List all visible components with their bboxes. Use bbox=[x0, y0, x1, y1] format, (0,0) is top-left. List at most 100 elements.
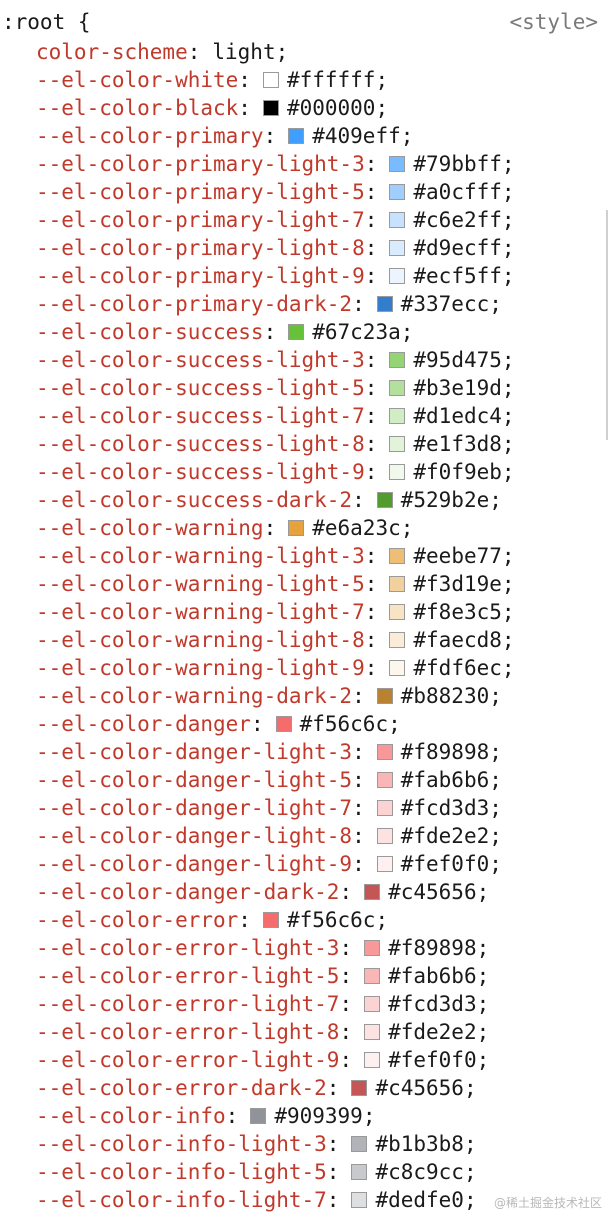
property-name[interactable]: --el-color-warning-light-9 bbox=[36, 654, 365, 682]
property-value[interactable]: #529b2e bbox=[401, 486, 490, 514]
property-value[interactable]: #f89898 bbox=[388, 934, 477, 962]
css-declaration[interactable]: --el-color-danger-light-7: #fcd3d3; bbox=[36, 794, 515, 822]
css-declaration[interactable]: --el-color-error-dark-2: #c45656; bbox=[36, 1074, 515, 1102]
css-declaration[interactable]: --el-color-error-light-3: #f89898; bbox=[36, 934, 515, 962]
color-swatch[interactable] bbox=[376, 828, 393, 844]
css-declaration[interactable]: --el-color-success-light-9: #f0f9eb; bbox=[36, 458, 515, 486]
property-name[interactable]: --el-color-error-dark-2 bbox=[36, 1074, 327, 1102]
color-swatch[interactable] bbox=[262, 100, 279, 116]
css-declaration[interactable]: --el-color-error-light-9: #fef0f0; bbox=[36, 1046, 515, 1074]
css-declaration[interactable]: color-scheme: light; bbox=[36, 38, 515, 66]
css-declaration[interactable]: --el-color-white: #ffffff; bbox=[36, 66, 515, 94]
property-name[interactable]: --el-color-success-dark-2 bbox=[36, 486, 352, 514]
color-swatch[interactable] bbox=[376, 688, 393, 704]
color-swatch[interactable] bbox=[288, 324, 305, 340]
property-name[interactable]: --el-color-error-light-8 bbox=[36, 1018, 339, 1046]
color-swatch[interactable] bbox=[364, 1024, 381, 1040]
color-swatch[interactable] bbox=[389, 184, 406, 200]
property-value[interactable]: #b1b3b8 bbox=[375, 1130, 464, 1158]
property-value[interactable]: #95d475 bbox=[413, 346, 502, 374]
color-swatch[interactable] bbox=[364, 884, 381, 900]
color-swatch[interactable] bbox=[389, 548, 406, 564]
property-value[interactable]: #f3d19e bbox=[413, 570, 502, 598]
property-value[interactable]: #f8e3c5 bbox=[413, 598, 502, 626]
color-swatch[interactable] bbox=[389, 464, 406, 480]
color-swatch[interactable] bbox=[288, 520, 305, 536]
color-swatch[interactable] bbox=[389, 436, 406, 452]
css-declaration[interactable]: --el-color-primary-light-9: #ecf5ff; bbox=[36, 262, 515, 290]
property-value[interactable]: #409eff bbox=[312, 122, 401, 150]
property-name[interactable]: --el-color-success-light-9 bbox=[36, 458, 365, 486]
css-declaration[interactable]: --el-color-primary: #409eff; bbox=[36, 122, 515, 150]
css-declaration[interactable]: --el-color-success: #67c23a; bbox=[36, 318, 515, 346]
color-swatch[interactable] bbox=[389, 576, 406, 592]
property-value[interactable]: #e6a23c bbox=[312, 514, 401, 542]
css-declaration[interactable]: --el-color-warning-light-9: #fdf6ec; bbox=[36, 654, 515, 682]
color-swatch[interactable] bbox=[288, 128, 305, 144]
property-name[interactable]: --el-color-warning-light-5 bbox=[36, 570, 365, 598]
property-value[interactable]: #c8c9cc bbox=[375, 1158, 464, 1186]
property-name[interactable]: --el-color-primary-dark-2 bbox=[36, 290, 352, 318]
css-declaration[interactable]: --el-color-error: #f56c6c; bbox=[36, 906, 515, 934]
color-swatch[interactable] bbox=[351, 1192, 368, 1208]
property-name[interactable]: --el-color-danger-light-9 bbox=[36, 850, 352, 878]
property-value[interactable]: #f56c6c bbox=[287, 906, 376, 934]
property-value[interactable]: #79bbff bbox=[413, 150, 502, 178]
color-swatch[interactable] bbox=[376, 856, 393, 872]
property-name[interactable]: --el-color-primary-light-3 bbox=[36, 150, 365, 178]
css-declaration[interactable]: --el-color-success-light-5: #b3e19d; bbox=[36, 374, 515, 402]
css-declaration[interactable]: --el-color-warning: #e6a23c; bbox=[36, 514, 515, 542]
color-swatch[interactable] bbox=[364, 940, 381, 956]
property-name[interactable]: --el-color-black bbox=[36, 94, 238, 122]
property-name[interactable]: --el-color-danger bbox=[36, 710, 251, 738]
color-swatch[interactable] bbox=[389, 660, 406, 676]
color-swatch[interactable] bbox=[376, 800, 393, 816]
color-swatch[interactable] bbox=[351, 1164, 368, 1180]
css-declaration[interactable]: --el-color-info: #909399; bbox=[36, 1102, 515, 1130]
property-value[interactable]: #f89898 bbox=[401, 738, 490, 766]
property-name[interactable]: --el-color-success-light-7 bbox=[36, 402, 365, 430]
css-declaration[interactable]: --el-color-danger-light-8: #fde2e2; bbox=[36, 822, 515, 850]
property-name[interactable]: --el-color-error-light-3 bbox=[36, 934, 339, 962]
css-declaration[interactable]: --el-color-success-light-3: #95d475; bbox=[36, 346, 515, 374]
color-swatch[interactable] bbox=[376, 772, 393, 788]
color-swatch[interactable] bbox=[389, 604, 406, 620]
property-value[interactable]: #a0cfff bbox=[413, 178, 502, 206]
property-name[interactable]: --el-color-success-light-3 bbox=[36, 346, 365, 374]
property-value[interactable]: #fdf6ec bbox=[413, 654, 502, 682]
css-declaration[interactable]: --el-color-primary-dark-2: #337ecc; bbox=[36, 290, 515, 318]
property-value[interactable]: #c45656 bbox=[375, 1074, 464, 1102]
css-declaration[interactable]: --el-color-error-light-8: #fde2e2; bbox=[36, 1018, 515, 1046]
css-declaration[interactable]: --el-color-success-light-7: #d1edc4; bbox=[36, 402, 515, 430]
color-swatch[interactable] bbox=[389, 352, 406, 368]
css-declaration[interactable]: --el-color-danger-light-9: #fef0f0; bbox=[36, 850, 515, 878]
color-swatch[interactable] bbox=[364, 968, 381, 984]
property-value[interactable]: #fef0f0 bbox=[401, 850, 490, 878]
color-swatch[interactable] bbox=[376, 296, 393, 312]
color-swatch[interactable] bbox=[351, 1080, 368, 1096]
property-name[interactable]: --el-color-primary bbox=[36, 122, 264, 150]
color-swatch[interactable] bbox=[389, 632, 406, 648]
property-value[interactable]: #000000 bbox=[287, 94, 376, 122]
css-declaration[interactable]: --el-color-warning-light-8: #faecd8; bbox=[36, 626, 515, 654]
css-declaration[interactable]: --el-color-error-light-7: #fcd3d3; bbox=[36, 990, 515, 1018]
css-declaration[interactable]: --el-color-warning-light-5: #f3d19e; bbox=[36, 570, 515, 598]
property-name[interactable]: --el-color-danger-light-7 bbox=[36, 794, 352, 822]
css-declaration[interactable]: --el-color-primary-light-3: #79bbff; bbox=[36, 150, 515, 178]
property-value[interactable]: #b88230 bbox=[401, 682, 490, 710]
css-declaration[interactable]: --el-color-error-light-5: #fab6b6; bbox=[36, 962, 515, 990]
property-value[interactable]: #fde2e2 bbox=[401, 822, 490, 850]
property-name[interactable]: --el-color-warning bbox=[36, 514, 264, 542]
property-value[interactable]: #337ecc bbox=[401, 290, 490, 318]
color-swatch[interactable] bbox=[389, 380, 406, 396]
property-value[interactable]: #fab6b6 bbox=[401, 766, 490, 794]
property-value[interactable]: #c45656 bbox=[388, 878, 477, 906]
property-name[interactable]: --el-color-danger-light-5 bbox=[36, 766, 352, 794]
property-value[interactable]: #d9ecff bbox=[413, 234, 502, 262]
property-name[interactable]: --el-color-info-light-3 bbox=[36, 1130, 327, 1158]
color-swatch[interactable] bbox=[389, 240, 406, 256]
property-name[interactable]: --el-color-primary-light-5 bbox=[36, 178, 365, 206]
color-swatch[interactable] bbox=[376, 744, 393, 760]
property-name[interactable]: --el-color-danger-dark-2 bbox=[36, 878, 339, 906]
css-declaration[interactable]: --el-color-warning-dark-2: #b88230; bbox=[36, 682, 515, 710]
